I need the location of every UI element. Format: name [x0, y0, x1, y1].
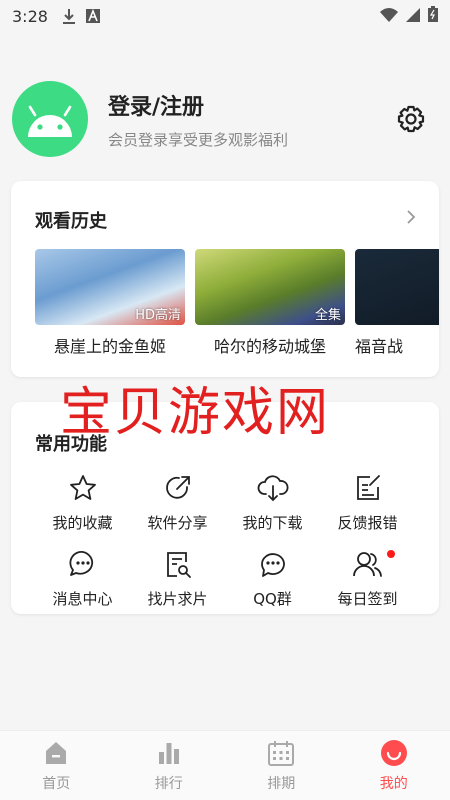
software-share-button[interactable]: 软件分享: [130, 472, 225, 548]
avatar[interactable]: [12, 81, 88, 157]
share-icon: [162, 472, 194, 504]
my-downloads-button[interactable]: 我的下载: [225, 472, 320, 548]
nav-item-schedule[interactable]: 排期: [225, 731, 338, 800]
bottom-navigation: 首页 排行 排期 我的: [0, 730, 450, 800]
notification-dot: [387, 550, 395, 558]
android-icon: [28, 105, 72, 137]
edit-icon: [352, 472, 384, 504]
nav-item-ranking[interactable]: 排行: [113, 731, 226, 800]
gear-icon: [397, 105, 425, 133]
notification-a-icon: [85, 9, 100, 23]
status-bar: 3:28: [0, 0, 450, 32]
signal-icon: [406, 7, 420, 26]
users-icon: [352, 548, 384, 580]
favorites-button[interactable]: 我的收藏: [35, 472, 130, 548]
message-icon: [67, 548, 99, 580]
message-center-button[interactable]: 消息中心: [35, 548, 130, 624]
chevron-right-icon[interactable]: [403, 207, 419, 227]
history-item-title: 哈尔的移动城堡: [213, 337, 326, 356]
history-item-title: 福音战: [355, 337, 404, 356]
history-item-title: 悬崖上的金鱼姬: [53, 337, 166, 356]
nav-label: 排行: [154, 775, 183, 792]
watermark-text: 宝贝游戏网: [60, 383, 331, 443]
cloud-download-icon: [257, 472, 289, 504]
profile-subtitle: 会员登录享受更多观影福利: [108, 130, 289, 149]
battery-icon: [428, 6, 438, 26]
nav-item-mine[interactable]: 我的: [338, 731, 450, 800]
history-list: HD高清 悬崖上的金鱼姬 全集 哈尔的移动城堡 福音战: [35, 249, 439, 357]
find-film-button[interactable]: 找片求片: [130, 548, 225, 624]
quality-badge: HD高清: [135, 308, 181, 323]
qq-group-button[interactable]: QQ群: [225, 548, 320, 624]
history-thumbnail[interactable]: HD高清: [35, 249, 185, 325]
home-icon: [42, 739, 70, 767]
watch-history-title: 观看历史: [35, 211, 107, 232]
feedback-button[interactable]: 反馈报错: [320, 472, 415, 548]
function-label: QQ群: [253, 590, 292, 608]
profile-icon: [380, 739, 408, 767]
settings-button[interactable]: [394, 102, 428, 136]
function-label: 我的下载: [242, 514, 303, 532]
calendar-icon: [267, 739, 295, 767]
search-document-icon: [162, 548, 194, 580]
function-label: 软件分享: [147, 514, 208, 532]
download-icon: [62, 8, 76, 24]
nav-label: 首页: [42, 775, 71, 792]
history-thumbnail[interactable]: [355, 249, 439, 325]
watch-history-card: 观看历史 HD高清 悬崖上的金鱼姬 全集 哈尔的移动城堡 福音战: [11, 181, 439, 377]
history-item[interactable]: HD高清 悬崖上的金鱼姬: [35, 249, 185, 357]
function-label: 找片求片: [147, 590, 208, 608]
history-item[interactable]: 全集 哈尔的移动城堡: [195, 249, 345, 357]
chat-icon: [257, 548, 289, 580]
login-register-title[interactable]: 登录/注册: [108, 89, 288, 121]
history-item[interactable]: 福音战: [355, 249, 439, 357]
quality-badge: 全集: [314, 308, 341, 323]
function-grid: 我的收藏 软件分享 我的下载 反馈报错 消息中心 找片求片 QQ群 每日签到: [35, 472, 415, 624]
function-label: 每日签到: [337, 590, 398, 608]
history-thumbnail[interactable]: 全集: [195, 249, 345, 325]
function-label: 我的收藏: [52, 514, 113, 532]
nav-item-home[interactable]: 首页: [0, 731, 113, 800]
nav-label: 排期: [267, 775, 296, 792]
wifi-icon: [380, 7, 398, 26]
nav-label: 我的: [379, 775, 408, 792]
status-time: 3:28: [12, 6, 48, 26]
profile-header[interactable]: 登录/注册 会员登录享受更多观影福利: [12, 80, 438, 158]
daily-checkin-button[interactable]: 每日签到: [320, 548, 415, 624]
function-label: 反馈报错: [337, 514, 398, 532]
star-icon: [67, 472, 99, 504]
ranking-icon: [155, 739, 183, 767]
function-label: 消息中心: [52, 590, 113, 608]
